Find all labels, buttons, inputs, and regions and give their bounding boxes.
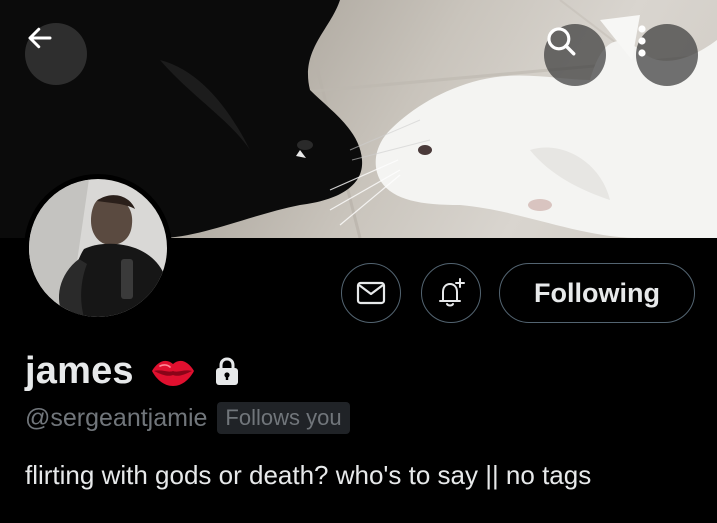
following-button[interactable]: Following bbox=[499, 263, 695, 323]
avatar-image bbox=[29, 179, 167, 317]
kiss-lips-icon bbox=[150, 355, 196, 387]
profile-bio: flirting with gods or death? who's to sa… bbox=[25, 460, 592, 490]
handle-row: @sergeantjamie Follows you bbox=[25, 400, 350, 436]
message-button[interactable] bbox=[341, 263, 401, 323]
back-button[interactable] bbox=[25, 23, 87, 85]
arrow-left-icon bbox=[28, 27, 52, 49]
more-vertical-icon bbox=[638, 25, 646, 57]
search-button[interactable] bbox=[544, 24, 606, 86]
user-handle: @sergeantjamie bbox=[25, 403, 208, 432]
bell-plus-icon bbox=[439, 278, 465, 307]
follows-you-badge: Follows you bbox=[217, 402, 350, 434]
lock-icon bbox=[214, 356, 240, 386]
more-options-button[interactable] bbox=[636, 24, 698, 86]
search-icon bbox=[547, 27, 576, 56]
display-name: james bbox=[25, 349, 134, 392]
envelope-icon bbox=[356, 281, 386, 305]
notifications-button[interactable] bbox=[421, 263, 481, 323]
avatar[interactable] bbox=[24, 174, 172, 322]
profile-name-row: james bbox=[25, 345, 240, 397]
